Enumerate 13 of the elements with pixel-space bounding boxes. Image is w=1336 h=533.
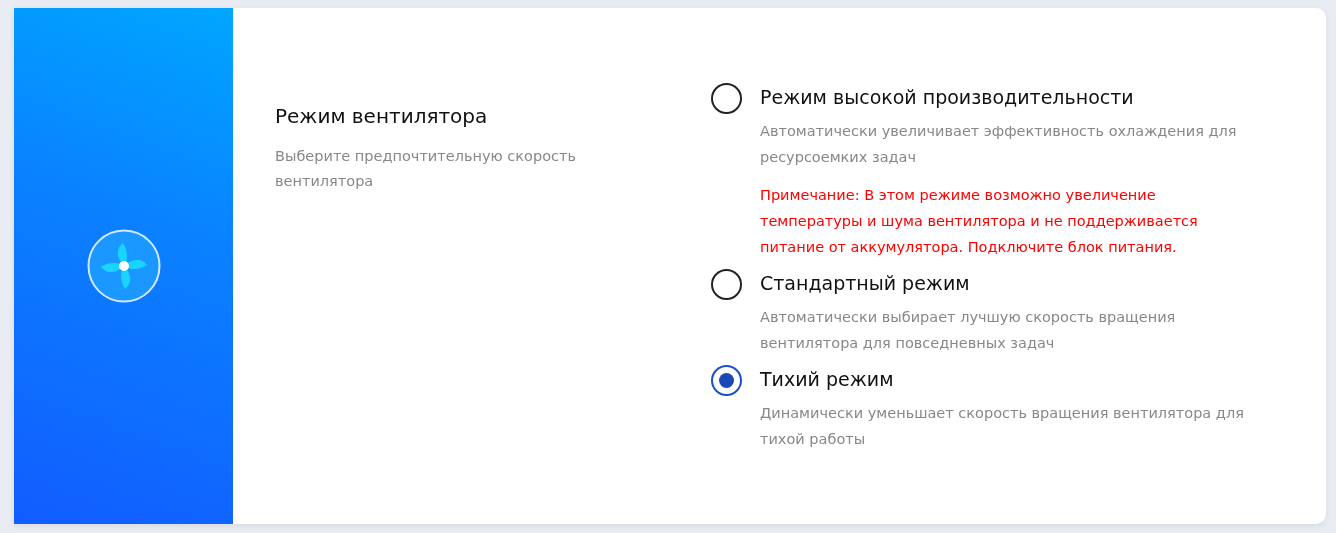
option-description: Динамически уменьшает скорость вращения вентилятора для тихой работы xyxy=(760,404,1245,449)
section-title: Режим вентилятора xyxy=(275,103,489,130)
section-description: Выберите предпочтительную скорость вентилятора xyxy=(275,147,577,191)
radio-button[interactable] xyxy=(711,365,742,396)
option-description: Автоматически увеличивает эффективность охлаждения для ресурсоемких задач xyxy=(760,122,1238,167)
warning-note: Примечание: В этом режиме возможно увеличение температуры и шума вентилятора и не поддерживается питание от аккумулятора. Подключите блок питания. xyxy=(760,186,1199,257)
radio-button[interactable] xyxy=(711,269,742,300)
radio-button[interactable] xyxy=(711,83,742,114)
option-description: Автоматически выбирает лучшую скорость вращения вентилятора для повседневных задач xyxy=(760,308,1177,353)
fan-icon xyxy=(86,229,161,303)
option-label[interactable]: Стандартный режим xyxy=(760,268,1250,298)
option-label[interactable]: Тихий режим xyxy=(760,364,1250,394)
option-label[interactable]: Режим высокой производительности xyxy=(760,82,1250,112)
